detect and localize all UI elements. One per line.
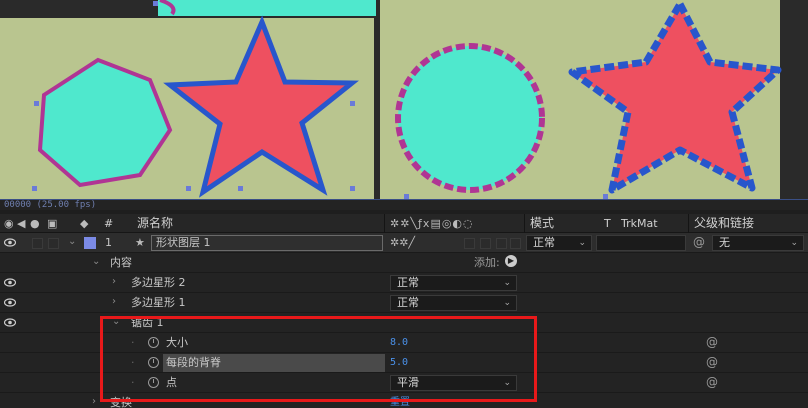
chevron-right-icon[interactable]: › <box>112 296 116 307</box>
layer-mode-value: 正常 <box>533 236 555 249</box>
add-arrow-icon[interactable]: ▶ <box>505 255 517 267</box>
eye-icon[interactable] <box>4 318 16 327</box>
transform-reset[interactable]: 重置 <box>390 396 410 408</box>
transform-handle[interactable] <box>238 186 243 191</box>
ridges-value[interactable]: 5.0 <box>390 356 408 370</box>
eye-icon[interactable] <box>4 298 16 307</box>
column-divider <box>688 214 689 233</box>
polystar-1-row[interactable]: › 多边星形 1 正常 ⌄ <box>0 293 808 313</box>
expression-pickwhip-icon[interactable]: @ <box>706 335 718 349</box>
transform-handle[interactable] <box>186 186 191 191</box>
column-divider <box>384 214 385 233</box>
trkmat-header[interactable]: TrkMat <box>621 216 658 231</box>
label-tag-icon[interactable]: ◆ <box>80 217 88 230</box>
chevron-right-icon[interactable]: › <box>92 396 96 407</box>
zigzag-row[interactable]: ⌄ 锯齿 1 <box>0 313 808 333</box>
switches-icons: ✲✲╲ƒx▤◎◐◌ <box>390 217 474 230</box>
points-label: 点 <box>166 376 177 389</box>
pickwhip-icon[interactable]: @ <box>693 235 705 249</box>
transform-row[interactable]: › 变换 重置 <box>0 393 808 408</box>
audio-toggle[interactable] <box>32 238 43 249</box>
contents-row[interactable]: ⌄ 内容 添加: ▶ <box>0 253 808 273</box>
eye-icon[interactable]: ◉ <box>4 217 14 230</box>
transform-label: 变换 <box>110 396 132 408</box>
polystar-1-label: 多边星形 1 <box>131 296 186 309</box>
eye-icon[interactable] <box>4 238 16 247</box>
composition-viewer <box>0 0 808 200</box>
zigzag-circle-shape <box>395 43 545 193</box>
polystar-2-row[interactable]: › 多边星形 2 正常 ⌄ <box>0 273 808 293</box>
lock-icon[interactable]: ▣ <box>47 217 57 230</box>
size-value[interactable]: 8.0 <box>390 336 408 350</box>
stopwatch-icon[interactable] <box>148 337 159 348</box>
polystar-2-label: 多边星形 2 <box>131 276 186 289</box>
timeline-column-header: ◉ ◀ ● ▣ ◆ # 源名称 ✲✲╲ƒx▤◎◐◌ 模式 T TrkMat 父级… <box>0 214 808 233</box>
solo-icon[interactable]: ● <box>30 217 40 230</box>
timecode-readout: 00000 (25.00 fps) <box>0 199 808 210</box>
zigzag-label: 锯齿 1 <box>131 316 164 329</box>
t-header: T <box>604 217 611 230</box>
layer-number-header: # <box>104 217 114 230</box>
star-layer-icon: ★ <box>135 236 145 249</box>
parent-link-header[interactable]: 父级和链接 <box>694 216 754 231</box>
polystar-1-mode-value: 正常 <box>397 296 419 309</box>
expression-pickwhip-icon[interactable]: @ <box>706 375 718 389</box>
expression-pickwhip-icon[interactable]: @ <box>706 355 718 369</box>
transform-handle[interactable] <box>34 101 39 106</box>
stopwatch-icon[interactable] <box>148 357 159 368</box>
points-dropdown[interactable]: 平滑 ⌄ <box>390 375 517 391</box>
trkmat-dropdown[interactable] <box>596 235 686 251</box>
solo-toggle[interactable] <box>48 238 59 249</box>
stopwatch-icon[interactable] <box>148 377 159 388</box>
size-label: 大小 <box>166 336 188 349</box>
add-label[interactable]: 添加: <box>474 256 500 270</box>
contents-label: 内容 <box>110 256 132 269</box>
switch-box[interactable] <box>480 238 491 249</box>
left-preview-panel <box>0 0 378 200</box>
after-effects-window: 00000 (25.00 fps) ◉ ◀ ● ▣ ◆ # 源名称 ✲✲╲ƒx▤… <box>0 0 808 408</box>
polystar-2-mode-dropdown[interactable]: 正常 ⌄ <box>390 275 517 291</box>
label-color-swatch[interactable] <box>84 237 96 249</box>
switch-box[interactable] <box>464 238 475 249</box>
switch-box[interactable] <box>496 238 507 249</box>
transform-handle[interactable] <box>32 186 37 191</box>
right-preview-panel <box>380 0 808 200</box>
parent-dropdown[interactable]: 无 ⌄ <box>712 235 804 251</box>
mode-header[interactable]: 模式 <box>530 216 554 231</box>
transform-handle[interactable] <box>350 101 355 106</box>
bullet-dot: · <box>131 376 135 389</box>
size-property-row[interactable]: · 大小 8.0 @ <box>0 333 808 353</box>
ridges-label: 每段的背脊 <box>163 354 385 372</box>
chevron-down-icon: ⌄ <box>790 238 798 248</box>
parent-value: 无 <box>719 236 730 249</box>
points-property-row[interactable]: · 点 平滑 ⌄ @ <box>0 373 808 393</box>
chevron-right-icon[interactable]: › <box>112 276 116 287</box>
polystar-1-mode-dropdown[interactable]: 正常 ⌄ <box>390 295 517 311</box>
transform-handle[interactable] <box>350 186 355 191</box>
chevron-down-icon: ⌄ <box>578 238 586 248</box>
bullet-dot: · <box>131 356 135 369</box>
chevron-down-icon: ⌄ <box>503 298 511 308</box>
chevron-down-icon[interactable]: ⌄ <box>112 316 120 327</box>
polystar-2-mode-value: 正常 <box>397 276 419 289</box>
switch-box[interactable] <box>510 238 521 249</box>
transform-handle[interactable] <box>153 1 158 6</box>
layer-row[interactable]: ⌄ 1 ★ 形状图层 1 ✲✲╱ 正常 ⌄ @ 无 ⌄ <box>0 233 808 253</box>
column-divider <box>524 214 525 233</box>
chevron-down-icon: ⌄ <box>503 278 511 288</box>
layer-name-field[interactable]: 形状图层 1 <box>151 235 383 251</box>
eye-icon[interactable] <box>4 278 16 287</box>
layer-mode-dropdown[interactable]: 正常 ⌄ <box>526 235 592 251</box>
layer-switches[interactable]: ✲✲╱ <box>390 236 415 250</box>
layer-number: 1 <box>105 236 112 249</box>
audio-icon[interactable]: ◀ <box>17 217 25 230</box>
chevron-down-icon: ⌄ <box>503 378 511 388</box>
chevron-down-icon[interactable]: ⌄ <box>68 236 76 247</box>
chevron-down-icon[interactable]: ⌄ <box>92 256 100 267</box>
ridges-property-row[interactable]: · 每段的背脊 5.0 @ <box>0 353 808 373</box>
bullet-dot: · <box>131 336 135 349</box>
source-name-header[interactable]: 源名称 <box>137 216 173 231</box>
points-value: 平滑 <box>397 376 419 389</box>
